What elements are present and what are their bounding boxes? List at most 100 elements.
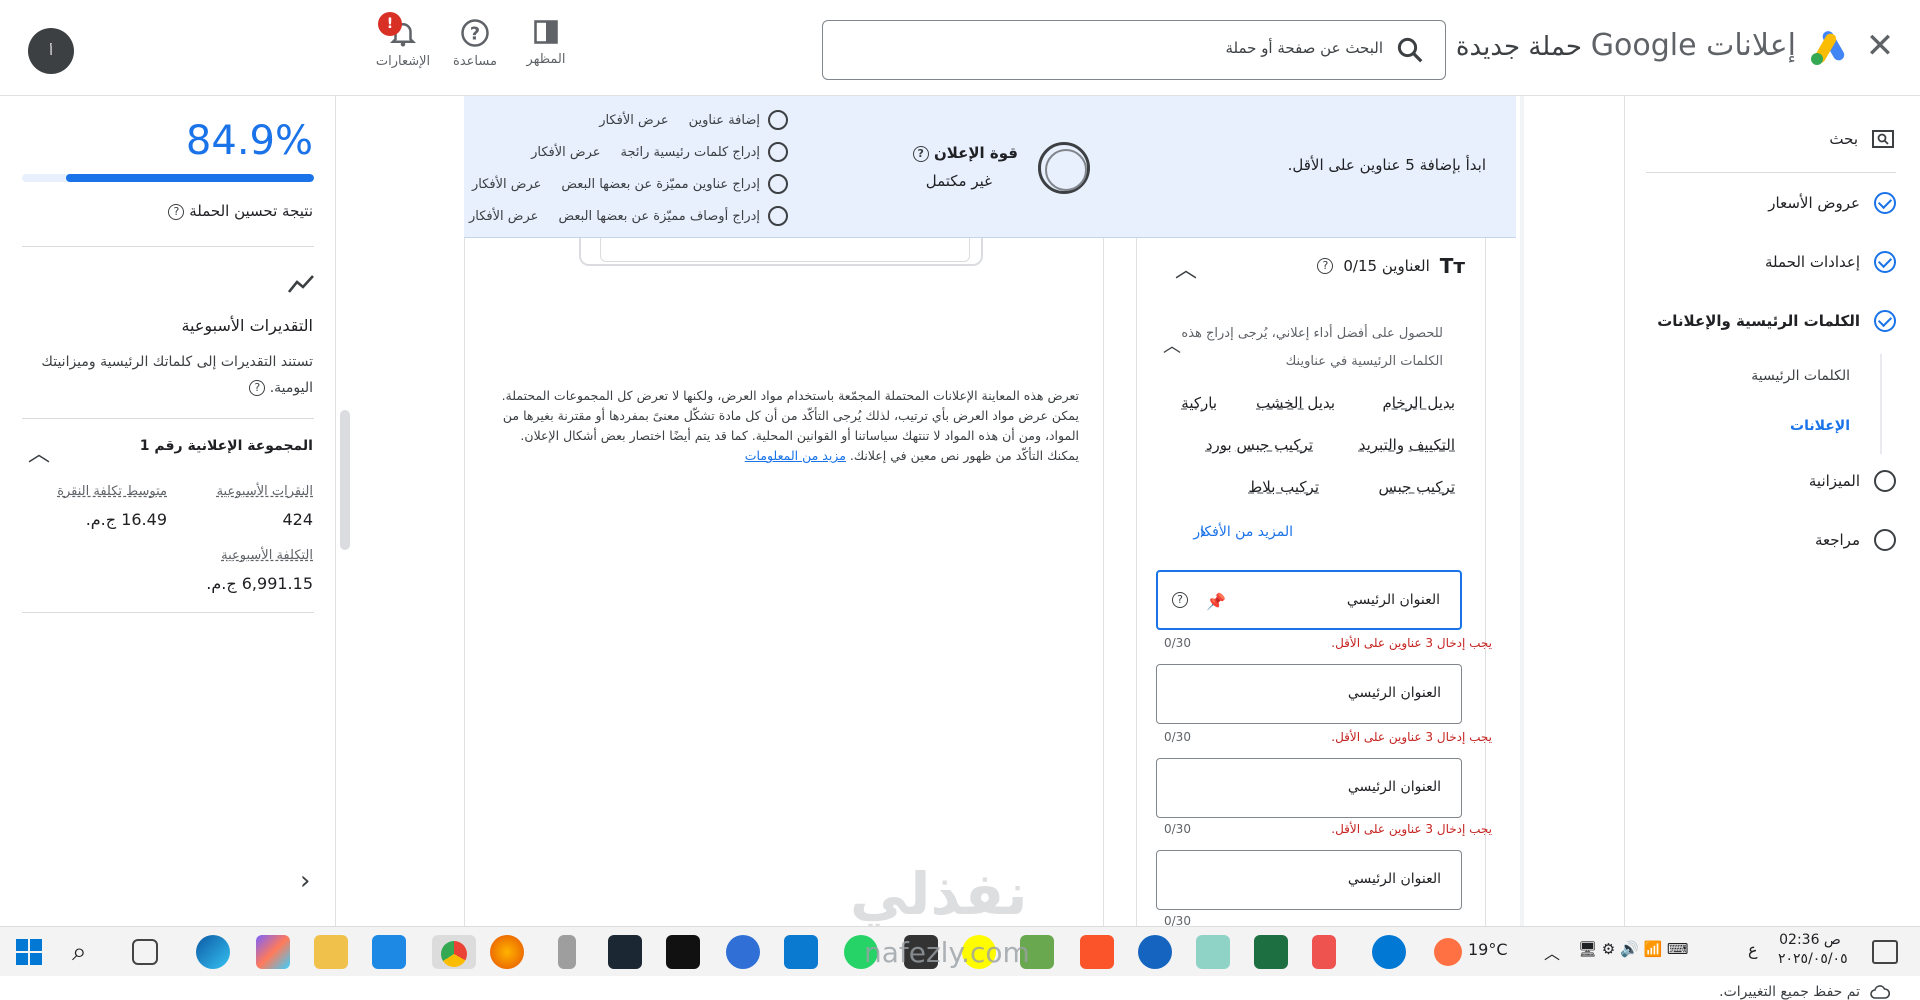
vscode-icon[interactable] bbox=[784, 935, 818, 969]
preview-disclaimer: تعرض هذه المعاينة الإعلانات المحتملة الم… bbox=[499, 386, 1079, 466]
headline-input[interactable]: العنوان الرئيسي bbox=[1156, 758, 1462, 818]
nav-item-campaign-settings[interactable]: إعدادات الحملة bbox=[1765, 251, 1896, 273]
search-box[interactable]: البحث عن صفحة أو حملة bbox=[822, 20, 1446, 80]
trend-icon bbox=[288, 275, 314, 293]
keyword-suggestion[interactable]: تركيب جبس bbox=[1378, 478, 1455, 496]
appearance-button[interactable]: المظهر bbox=[511, 18, 581, 67]
headline-input[interactable]: العنوان الرئيسي bbox=[1156, 850, 1462, 910]
search-campaign-icon bbox=[1872, 130, 1894, 148]
help-icon[interactable]: ? bbox=[912, 145, 929, 162]
tray-chevron-icon[interactable]: ︿ bbox=[1544, 940, 1560, 964]
nav-item-search[interactable]: بحث bbox=[1829, 130, 1894, 148]
help-icon[interactable]: ? bbox=[1317, 258, 1334, 274]
collapse-chevron-icon[interactable]: ︿ bbox=[1175, 252, 1197, 284]
edge-icon[interactable] bbox=[196, 935, 230, 969]
weekly-estimates-desc-2: اليومية. bbox=[269, 380, 313, 396]
file-explorer-icon[interactable] bbox=[314, 935, 348, 969]
view-ideas-link[interactable]: عرض الأفكار bbox=[599, 113, 668, 128]
pin-icon[interactable]: 📌 bbox=[1206, 592, 1226, 611]
app-icon[interactable] bbox=[1196, 935, 1230, 969]
input-language[interactable]: ع bbox=[1748, 940, 1758, 959]
brave-icon[interactable] bbox=[1080, 935, 1114, 969]
notification-center-icon[interactable] bbox=[1872, 940, 1898, 964]
copilot-icon[interactable] bbox=[256, 935, 290, 969]
weekly-estimates-desc-2-row: اليومية. ? bbox=[249, 380, 313, 396]
help-icon[interactable]: ? bbox=[168, 203, 185, 220]
weather-icon[interactable] bbox=[1434, 938, 1462, 966]
ad-group-title: المجموعة الإعلانية رقم 1 bbox=[139, 438, 313, 454]
optimization-label-row[interactable]: نتيجة تحسين الحملة ? bbox=[168, 202, 313, 220]
check-icon bbox=[1874, 251, 1896, 273]
more-info-link[interactable]: مزيد من المعلومات bbox=[745, 448, 846, 463]
suggestion-item[interactable]: إضافة عناوين عرض الأفكار bbox=[599, 110, 788, 130]
clock[interactable]: 02:36 ص ٢٠٢٥/٠٥/٠٥ bbox=[1778, 931, 1848, 969]
view-ideas-link[interactable]: عرض الأفكار bbox=[469, 209, 538, 224]
more-ideas-link[interactable]: المزيد من الأفكار bbox=[1193, 524, 1293, 540]
app-icon[interactable] bbox=[1138, 935, 1172, 969]
suggestion-item[interactable]: إدراج عناوين مميّزة عن بعضها البعض عرض ال… bbox=[472, 174, 788, 194]
suggestion-text: إضافة عناوين bbox=[688, 112, 760, 128]
view-ideas-link[interactable]: عرض الأفكار bbox=[472, 177, 541, 192]
keyword-suggestion[interactable]: التكييف والتبريد bbox=[1359, 436, 1455, 454]
ad-strength-title-row: قوة الإعلان ? bbox=[912, 144, 1018, 162]
view-ideas-link[interactable]: عرض الأفكار bbox=[531, 145, 600, 160]
ad-strength-ring-icon bbox=[1038, 142, 1090, 194]
keyword-suggestion[interactable]: بديل الخشب bbox=[1256, 394, 1335, 412]
temperature[interactable]: 19°C bbox=[1468, 940, 1508, 959]
nav-item-review[interactable]: مراجعة bbox=[1815, 529, 1896, 551]
scrollbar-track[interactable] bbox=[1520, 96, 1524, 926]
subnav-item-ads[interactable]: الإعلانات bbox=[1790, 418, 1850, 434]
keyword-suggestion[interactable]: تركيب بلاط bbox=[1248, 478, 1319, 496]
keywords-hint: للحصول على أفضل أداء إعلاني، يُرجى إدراج… bbox=[1181, 326, 1443, 369]
nav-item-label: مراجعة bbox=[1814, 531, 1860, 549]
headline-counter: 0/30 bbox=[1164, 730, 1191, 744]
headline-error: يجب إدخال 3 عناوين على الأقل. bbox=[1331, 636, 1492, 650]
windows-start-icon[interactable] bbox=[16, 939, 42, 965]
campaign-steps-nav: بحث عروض الأسعار إعدادات الحملة الكلمات … bbox=[1624, 96, 1920, 1000]
scrollbar[interactable] bbox=[340, 410, 350, 550]
suggestion-item[interactable]: إدراج أوصاف مميّزة عن بعضها البعض عرض الأ… bbox=[469, 206, 788, 226]
keyword-suggestion[interactable]: بديل الرخام bbox=[1383, 394, 1456, 412]
capcut-icon[interactable] bbox=[666, 935, 700, 969]
keyword-suggestion[interactable]: تركيب جبس بورد bbox=[1206, 436, 1313, 454]
app-icon[interactable] bbox=[1312, 935, 1336, 969]
usb-icon[interactable] bbox=[558, 935, 576, 969]
help-app-icon[interactable] bbox=[1372, 935, 1406, 969]
tray-icons[interactable]: 🖥 ⚙ 🔊 📶 ⌨ bbox=[1578, 940, 1689, 958]
nav-item-bids[interactable]: عروض الأسعار bbox=[1768, 192, 1896, 214]
nav-item-keywords-ads[interactable]: الكلمات الرئيسية والإعلانات bbox=[1657, 310, 1896, 332]
p-app-icon[interactable] bbox=[726, 935, 760, 969]
hint-chevron-icon[interactable]: ︿ bbox=[1163, 332, 1181, 358]
check-icon bbox=[1874, 310, 1896, 332]
subnav-line bbox=[1880, 354, 1882, 454]
weekly-cost-label: التكلفة الأسبوعية bbox=[221, 548, 313, 563]
keyword-suggestion[interactable]: باركية bbox=[1181, 394, 1217, 412]
headline-placeholder: العنوان الرئيسي bbox=[1347, 779, 1441, 795]
subnav-item-keywords[interactable]: الكلمات الرئيسية bbox=[1751, 368, 1850, 384]
help-icon[interactable]: ? bbox=[1172, 592, 1188, 608]
saved-text: تم حفظ جميع التغييرات. bbox=[1719, 984, 1860, 1000]
chrome-icon-active[interactable] bbox=[432, 935, 476, 969]
capture-icon[interactable] bbox=[608, 935, 642, 969]
top-bar: ✕ إعلانات Google حملة جديدة البحث عن صفح… bbox=[0, 0, 1920, 96]
avatar[interactable]: أ bbox=[28, 28, 74, 74]
suggestion-circle-icon bbox=[768, 174, 788, 194]
firefox-icon[interactable] bbox=[490, 935, 524, 969]
date: ٢٠٢٥/٠٥/٠٥ bbox=[1778, 951, 1848, 967]
nav-item-budget[interactable]: الميزانية bbox=[1809, 470, 1896, 492]
task-view-icon[interactable] bbox=[132, 939, 158, 965]
store-icon[interactable] bbox=[372, 935, 406, 969]
headline-input[interactable]: العنوان الرئيسي bbox=[1156, 664, 1462, 724]
collapse-sidebar-chevron-icon[interactable]: ‹ bbox=[300, 866, 310, 896]
excel-icon[interactable] bbox=[1254, 935, 1288, 969]
taskbar-search-icon[interactable]: ⌕ bbox=[72, 937, 87, 968]
notification-badge: ! bbox=[378, 12, 402, 36]
help-icon[interactable]: ? bbox=[249, 380, 266, 396]
collapse-chevron-icon[interactable]: ︿ bbox=[28, 436, 50, 468]
help-button[interactable]: ? مساعدة bbox=[440, 18, 510, 69]
close-icon[interactable]: ✕ bbox=[1860, 26, 1900, 66]
chevron-left-icon[interactable]: ‹ bbox=[1199, 520, 1207, 544]
headline-input[interactable]: العنوان الرئيسي 📌 ? bbox=[1156, 570, 1462, 630]
ad-strength-value: غير مكتمل bbox=[925, 172, 992, 190]
suggestion-item[interactable]: إدراج كلمات رئيسية رائجة عرض الأفكار bbox=[531, 142, 788, 162]
